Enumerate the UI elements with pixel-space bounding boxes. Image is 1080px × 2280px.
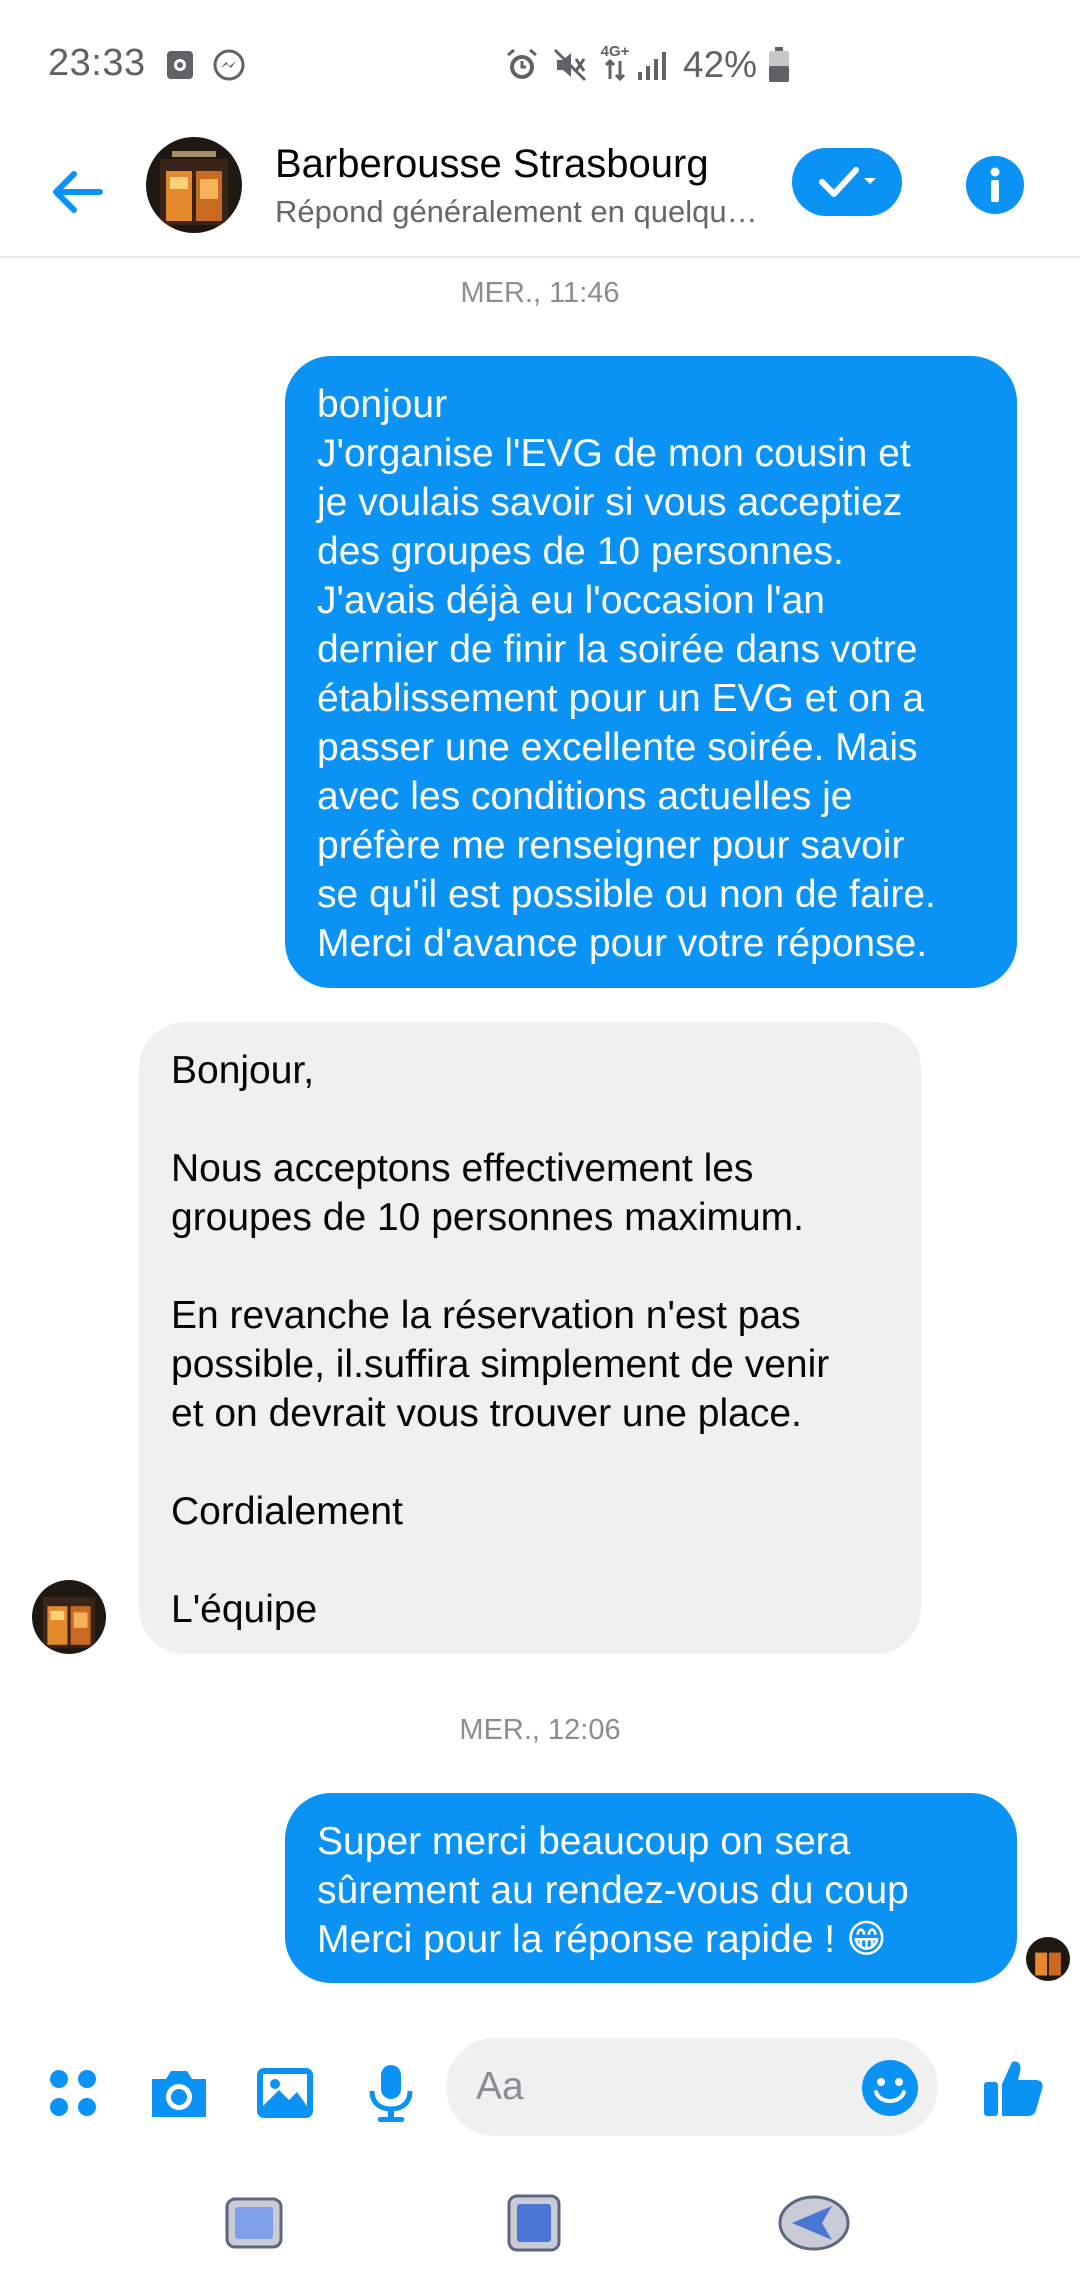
- emoji-button[interactable]: [860, 2058, 920, 2118]
- recent-apps-button[interactable]: [214, 2188, 294, 2258]
- storefront-image: [146, 137, 242, 233]
- status-time: 23:33: [48, 42, 146, 84]
- like-button[interactable]: [976, 2050, 1050, 2124]
- message-input-container[interactable]: [446, 2038, 938, 2136]
- apps-button[interactable]: [38, 2058, 108, 2128]
- notification-icon: [166, 50, 194, 85]
- back-nav-icon: [778, 2195, 850, 2251]
- sender-avatar[interactable]: [32, 1580, 106, 1654]
- gallery-icon: [257, 2068, 313, 2118]
- network-label: 4G+: [600, 43, 630, 60]
- storefront-image: [1026, 1937, 1070, 1981]
- home-button[interactable]: [494, 2188, 574, 2258]
- back-button[interactable]: [36, 152, 116, 232]
- voice-button[interactable]: [356, 2058, 426, 2128]
- battery-percent: 42%: [683, 44, 758, 85]
- outgoing-message[interactable]: Super merci beaucoup on sera sûrement au…: [285, 1793, 1017, 1983]
- thumbs-up-icon: [984, 2061, 1043, 2116]
- signal-icon: [636, 50, 668, 85]
- microphone-icon: [369, 2065, 413, 2122]
- message-input[interactable]: [476, 2062, 836, 2112]
- seen-receipt-avatar: [1026, 1937, 1070, 1981]
- network-4g-icon: 4G+: [598, 44, 632, 84]
- message-composer: [0, 2030, 1080, 2150]
- timestamp: MER., 12:06: [459, 1714, 621, 1746]
- battery-icon: [768, 47, 790, 88]
- alarm-icon: [504, 47, 540, 88]
- home-icon: [507, 2194, 561, 2252]
- check-chevron-icon: [819, 167, 876, 197]
- storefront-image: [32, 1580, 106, 1654]
- contact-name[interactable]: Barberousse Strasbourg: [275, 142, 709, 187]
- info-button[interactable]: [966, 156, 1024, 214]
- apps-icon: [50, 2070, 96, 2116]
- info-icon: [990, 167, 1000, 202]
- emoji-icon: [862, 2060, 918, 2116]
- messenger-icon: [212, 48, 246, 87]
- camera-button[interactable]: [144, 2058, 214, 2128]
- back-arrow-icon: [53, 171, 103, 213]
- incoming-message[interactable]: Bonjour, Nous acceptons effectivement le…: [139, 1022, 921, 1654]
- mute-icon: [552, 47, 588, 88]
- camera-icon: [152, 2071, 206, 2117]
- system-navigation-bar: [0, 2160, 1080, 2280]
- verified-dropdown-button[interactable]: [792, 148, 902, 216]
- outgoing-message[interactable]: bonjour J'organise l'EVG de mon cousin e…: [285, 356, 1017, 988]
- status-bar: 23:33 4G+ 42%: [0, 0, 1080, 130]
- gallery-button[interactable]: [250, 2058, 320, 2128]
- contact-status: Répond généralement en quelqu…: [275, 194, 758, 229]
- back-nav-button[interactable]: [774, 2188, 854, 2258]
- contact-avatar[interactable]: [146, 137, 242, 233]
- timestamp: MER., 11:46: [460, 277, 620, 309]
- recent-apps-icon: [225, 2197, 283, 2249]
- chat-header: Barberousse Strasbourg Répond généraleme…: [0, 130, 1080, 258]
